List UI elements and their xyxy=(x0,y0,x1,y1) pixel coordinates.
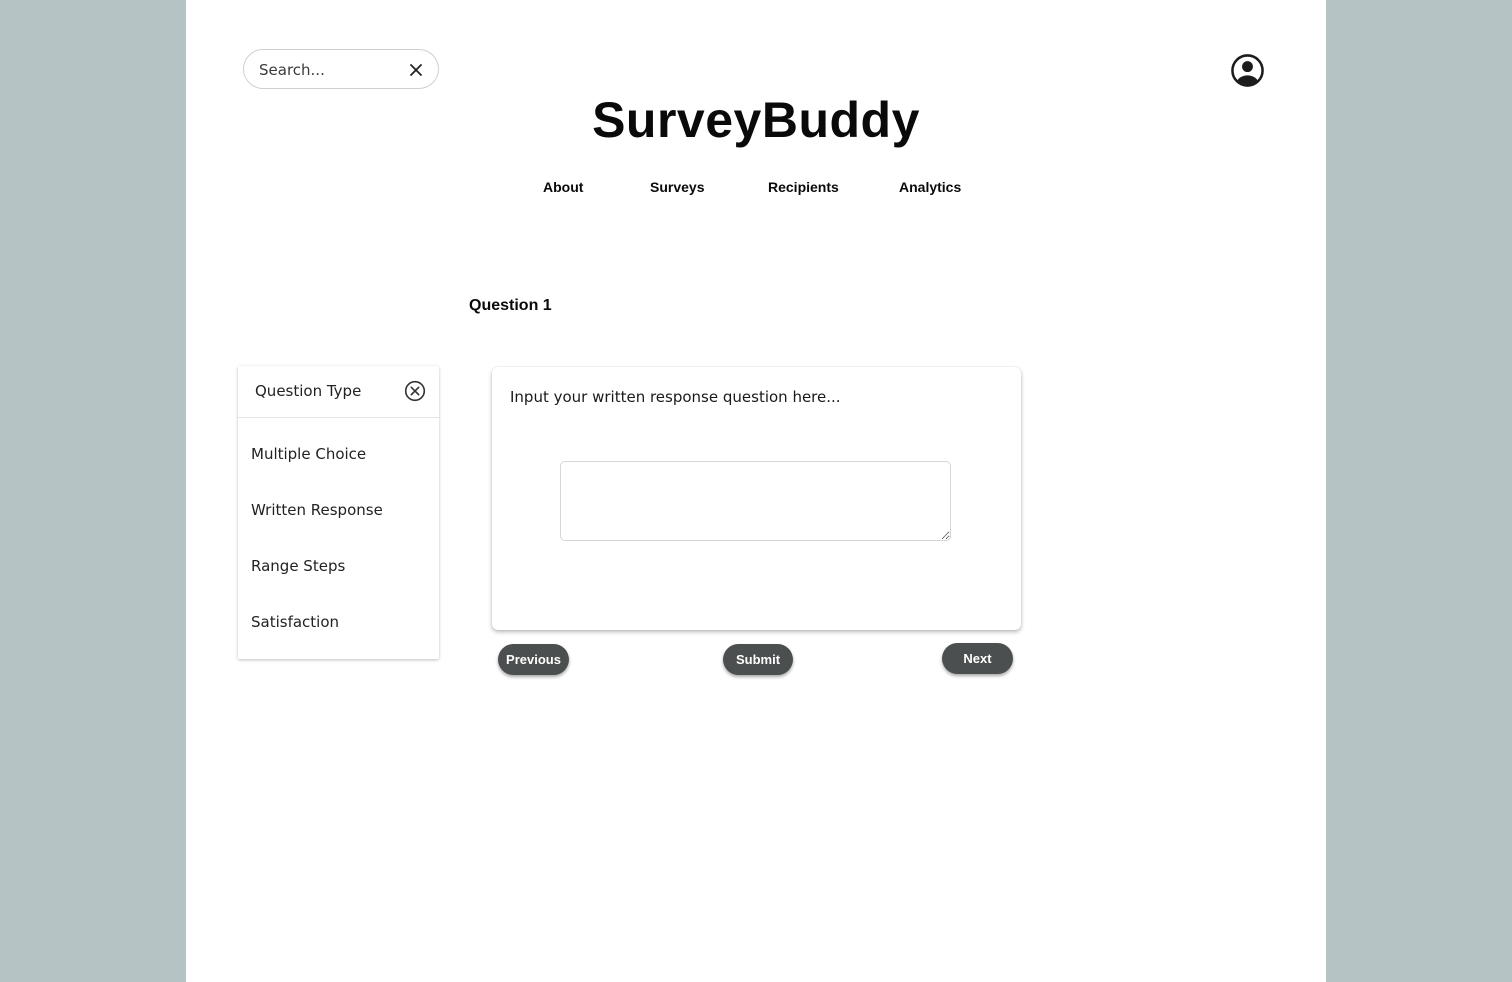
question-type-option-written-response[interactable]: Written Response xyxy=(251,500,383,520)
user-circle-icon[interactable] xyxy=(1230,53,1265,88)
nav-item-recipients[interactable]: Recipients xyxy=(768,178,839,196)
question-type-option-multiple-choice[interactable]: Multiple Choice xyxy=(251,444,366,464)
question-card: Input your written response question her… xyxy=(492,367,1021,630)
question-type-dropdown: Question Type Multiple Choice Written Re… xyxy=(238,366,439,659)
next-button[interactable]: Next xyxy=(942,643,1013,674)
response-textarea[interactable] xyxy=(560,461,951,541)
page-container: SurveyBuddy About Surveys Recipients Ana… xyxy=(186,0,1326,982)
question-type-label: Question Type xyxy=(255,382,362,400)
search-bar xyxy=(243,49,439,89)
submit-button[interactable]: Submit xyxy=(723,644,793,675)
search-input[interactable] xyxy=(259,59,399,81)
nav-item-about[interactable]: About xyxy=(543,178,583,196)
close-icon[interactable] xyxy=(407,61,425,79)
previous-button[interactable]: Previous xyxy=(498,644,569,675)
circle-x-icon[interactable] xyxy=(404,380,426,402)
question-type-option-range-steps[interactable]: Range Steps xyxy=(251,556,345,576)
question-prompt[interactable]: Input your written response question her… xyxy=(510,387,841,407)
question-type-header[interactable]: Question Type xyxy=(238,366,439,418)
brand-title: SurveyBuddy xyxy=(592,92,920,148)
nav-item-analytics[interactable]: Analytics xyxy=(899,178,961,196)
question-type-option-satisfaction[interactable]: Satisfaction xyxy=(251,612,339,632)
nav-item-surveys[interactable]: Surveys xyxy=(650,178,704,196)
question-title: Question 1 xyxy=(469,297,552,314)
